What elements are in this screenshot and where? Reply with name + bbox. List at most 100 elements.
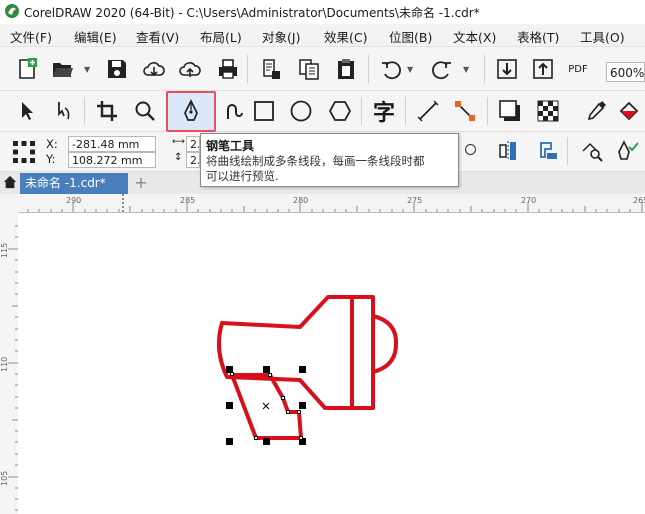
artistic-media-tool-button[interactable] (218, 97, 246, 125)
rectangle-tool-button[interactable] (250, 97, 278, 125)
ruler-corner[interactable] (0, 194, 19, 213)
cloud-upload-button[interactable] (176, 55, 204, 83)
width-field[interactable]: 2. (186, 136, 200, 152)
drawing-canvas[interactable] (18, 213, 645, 514)
vertical-ruler[interactable]: 115 110 105 (0, 212, 19, 514)
closed-curve-icon[interactable] (465, 144, 476, 155)
megaphone-body (216, 295, 375, 410)
menu-text[interactable]: 文本(X) (453, 27, 496, 46)
rectangle-icon (254, 101, 274, 121)
window-title: CorelDRAW 2020 (64-Bit) - C:\Users\Admin… (24, 6, 480, 20)
x-position-field[interactable]: -281.48 mm (68, 136, 156, 152)
megaphone-bell (372, 314, 399, 374)
document-tab[interactable]: 未命名 -1.cdr* (20, 173, 128, 194)
open-button[interactable] (49, 55, 77, 83)
pick-tool-button[interactable] (14, 97, 42, 125)
y-position-field[interactable]: 108.272 mm (68, 152, 156, 168)
pdf-label: PDF (568, 63, 588, 75)
save-button[interactable] (103, 55, 131, 83)
copy-icon (299, 59, 319, 80)
new-document-button[interactable] (13, 55, 41, 83)
break-apart-button[interactable] (535, 137, 563, 165)
connector-tool-button[interactable] (451, 97, 479, 125)
polygon-tool-button[interactable] (326, 97, 354, 125)
print-icon (219, 59, 237, 79)
color-eyedropper-tool-button[interactable] (582, 97, 610, 125)
pen-tool-button[interactable] (177, 97, 205, 125)
ruler-label: 110 (0, 356, 9, 372)
tooltip-line-1: 将曲线绘制成多条线段，每画一条线段时都 (206, 154, 425, 168)
toolbar-separator (247, 55, 248, 83)
toolbar-separator (368, 55, 369, 83)
hexagon-icon (328, 101, 352, 121)
undo-button[interactable] (377, 55, 405, 83)
home-icon[interactable] (3, 175, 17, 189)
drop-shadow-tool-button[interactable] (496, 97, 524, 125)
connector-icon (455, 101, 475, 121)
import-button[interactable] (493, 55, 521, 83)
zoom-tool-button[interactable] (131, 97, 159, 125)
horizontal-ruler[interactable]: 290 285 280 275 270 265 (18, 194, 645, 213)
redo-button[interactable] (428, 55, 456, 83)
crop-tool-button[interactable] (93, 97, 121, 125)
menu-view[interactable]: 查看(V) (136, 27, 179, 46)
new-tab-button[interactable]: + (133, 173, 149, 192)
menu-bitmap[interactable]: 位图(B) (389, 27, 432, 46)
menu-edit[interactable]: 编辑(E) (74, 27, 117, 46)
pen-check-button[interactable] (613, 137, 641, 165)
parallel-dimension-tool-button[interactable] (414, 97, 442, 125)
transparency-tool-button[interactable] (534, 97, 562, 125)
redo-icon (432, 61, 451, 80)
menu-tools[interactable]: 工具(O) (580, 27, 625, 46)
pen-nib-icon (184, 99, 198, 121)
menu-file[interactable]: 文件(F) (10, 27, 52, 46)
curve-hook-icon (227, 104, 243, 119)
horizontal-ruler-ticks (27, 194, 643, 212)
menu-object[interactable]: 对象(J) (262, 27, 300, 46)
export-button[interactable] (529, 55, 557, 83)
magnifier-icon (135, 101, 155, 121)
cut-button[interactable] (257, 55, 285, 83)
ruler-label: 265 (633, 196, 645, 205)
cloud-download-icon (143, 62, 165, 77)
cloud-download-button[interactable] (140, 55, 168, 83)
pen-tool-tooltip: 钢笔工具 将曲线绘制成多条线段，每画一条线段时都 可以进行预览. (200, 133, 459, 187)
clipboard-icon (338, 59, 354, 79)
import-icon (497, 59, 517, 79)
pen-check-icon (618, 140, 639, 160)
interactive-fill-tool-button[interactable] (615, 97, 643, 125)
chevron-down-icon[interactable]: ▼ (463, 65, 469, 74)
align-nodes-button[interactable] (495, 137, 523, 165)
node-search-icon (582, 142, 603, 162)
chevron-down-icon[interactable]: ▼ (407, 65, 413, 74)
zoom-level-field[interactable]: 600% (606, 62, 645, 82)
ruler-label: 285 (180, 196, 196, 205)
crop-icon (97, 101, 117, 121)
menu-layout[interactable]: 布局(L) (200, 27, 242, 46)
eyedropper-icon (587, 101, 606, 121)
toolbar-separator (405, 97, 406, 125)
chevron-down-icon[interactable]: ▼ (84, 65, 90, 74)
menu-table[interactable]: 表格(T) (517, 27, 559, 46)
copy-button[interactable] (295, 55, 323, 83)
text-tool-button[interactable]: 字 (370, 97, 398, 126)
ruler-label: 290 (66, 196, 82, 205)
print-button[interactable] (214, 55, 242, 83)
node-tool-button[interactable] (578, 137, 606, 165)
paste-button[interactable] (332, 55, 360, 83)
height-field[interactable]: 2. (186, 152, 200, 168)
fill-bucket-icon (619, 101, 639, 121)
publish-pdf-button[interactable]: PDF (564, 55, 592, 83)
text-tool-icon: 字 (372, 101, 395, 126)
ellipse-tool-button[interactable] (287, 97, 315, 125)
ruler-label: 105 (0, 470, 9, 486)
arrow-cursor-icon (22, 102, 33, 120)
save-icon (108, 60, 126, 78)
menu-bar: 文件(F) 编辑(E) 查看(V) 布局(L) 对象(J) 效果(C) 位图(B… (0, 24, 645, 47)
cloud-upload-icon (179, 62, 201, 77)
ruler-label: 270 (521, 196, 537, 205)
tooltip-line-2: 可以进行预览. (206, 169, 279, 183)
menu-effects[interactable]: 效果(C) (324, 27, 367, 46)
shape-tool-button[interactable] (50, 97, 78, 125)
drawing-artwork (216, 295, 399, 445)
